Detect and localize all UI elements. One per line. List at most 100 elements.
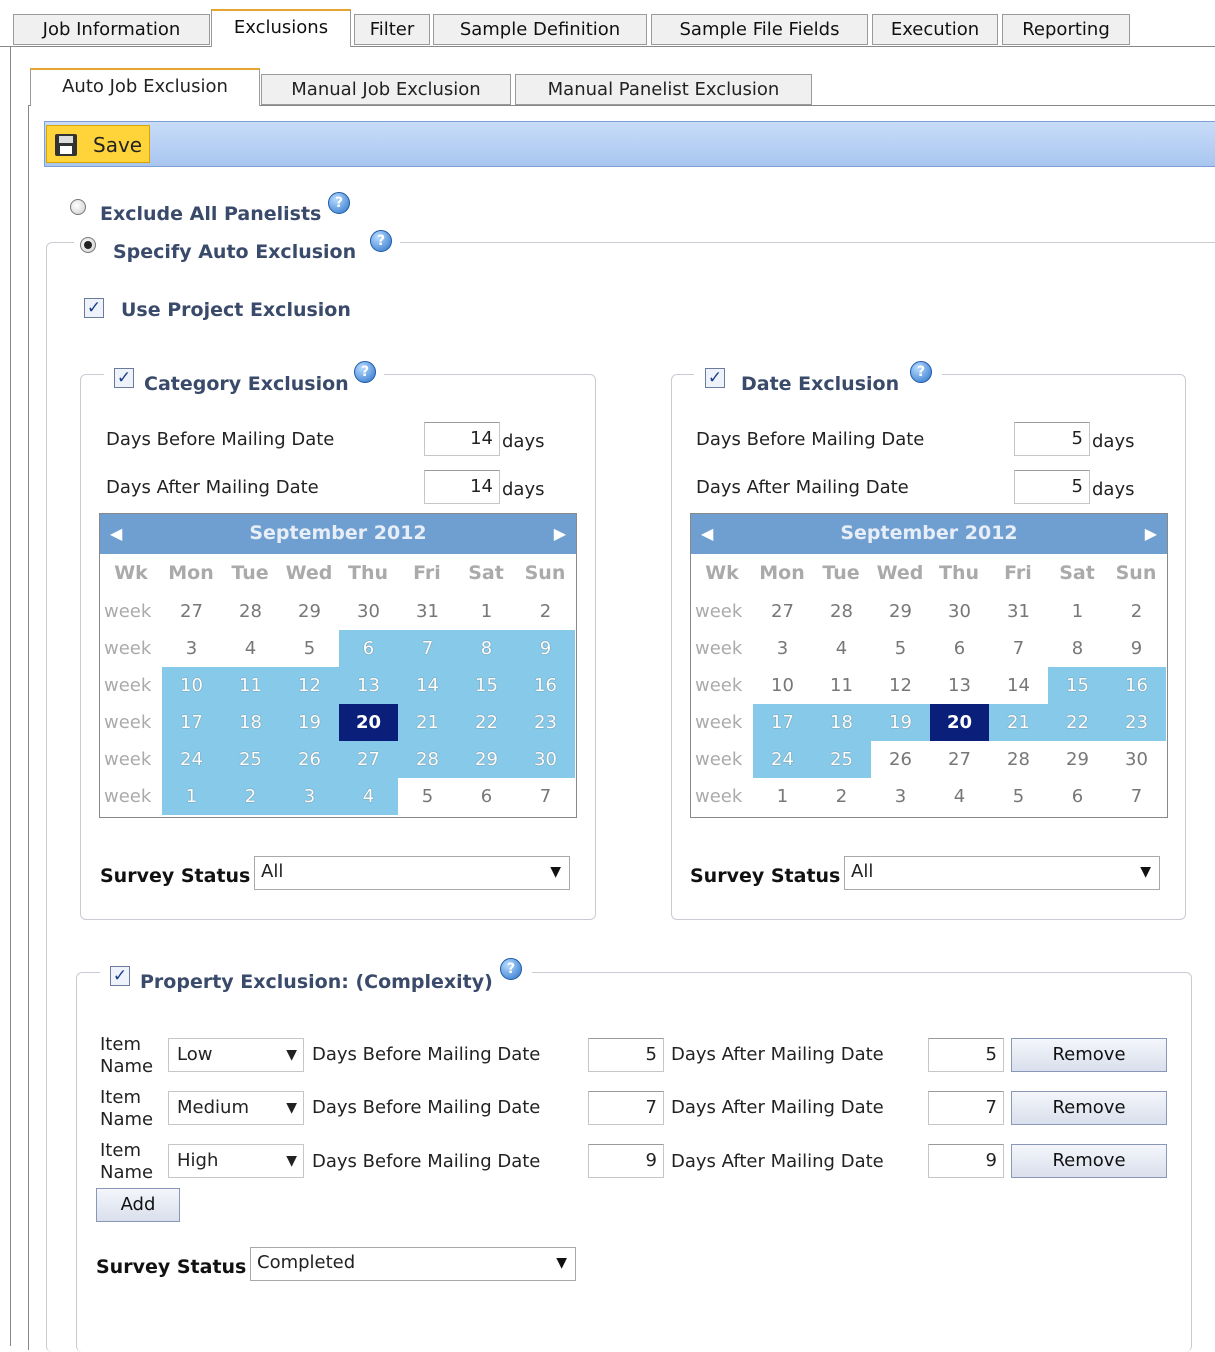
date-exclusion-checkbox[interactable]: ✓ xyxy=(705,368,725,388)
date-days-before-input[interactable]: 5 xyxy=(1014,422,1090,456)
category-days-after-input[interactable]: 14 xyxy=(424,470,500,504)
remove-button[interactable]: Remove xyxy=(1011,1144,1167,1178)
property-exclusion-checkbox[interactable]: ✓ xyxy=(110,966,130,986)
calendar-day[interactable]: 25 xyxy=(812,741,871,778)
use-project-checkbox[interactable]: ✓ xyxy=(84,298,104,318)
calendar-day[interactable]: 4 xyxy=(339,778,398,815)
calendar-day[interactable]: 3 xyxy=(162,630,221,667)
calendar-day[interactable]: 2 xyxy=(221,778,280,815)
calendar-day[interactable]: 28 xyxy=(989,741,1048,778)
calendar-day[interactable]: 7 xyxy=(989,630,1048,667)
prev-month-icon[interactable]: ◀ xyxy=(110,524,122,543)
calendar-day[interactable]: 23 xyxy=(516,704,575,741)
add-button[interactable]: Add xyxy=(96,1188,180,1222)
calendar-day[interactable]: 31 xyxy=(989,593,1048,630)
calendar-day[interactable]: 30 xyxy=(516,741,575,778)
remove-button[interactable]: Remove xyxy=(1011,1091,1167,1125)
item-name-select[interactable]: Medium ▼ xyxy=(168,1091,304,1125)
calendar-day[interactable]: 21 xyxy=(989,704,1048,741)
calendar-day[interactable]: 28 xyxy=(812,593,871,630)
calendar-day[interactable]: 6 xyxy=(339,630,398,667)
category-exclusion-checkbox[interactable]: ✓ xyxy=(114,368,134,388)
calendar-day[interactable]: 4 xyxy=(930,778,989,815)
calendar-day[interactable]: 21 xyxy=(398,704,457,741)
tab-sample-definition[interactable]: Sample Definition xyxy=(433,14,647,45)
calendar-day[interactable]: 24 xyxy=(753,741,812,778)
calendar-day[interactable]: 8 xyxy=(457,630,516,667)
days-after-input[interactable]: 7 xyxy=(928,1091,1004,1125)
tab-exclusions[interactable]: Exclusions xyxy=(211,9,351,47)
calendar-day[interactable]: 22 xyxy=(457,704,516,741)
calendar-day[interactable]: 26 xyxy=(871,741,930,778)
calendar-day[interactable]: 11 xyxy=(221,667,280,704)
calendar-day[interactable]: 1 xyxy=(457,593,516,630)
calendar-day[interactable]: 18 xyxy=(221,704,280,741)
save-button[interactable]: Save xyxy=(46,125,150,163)
calendar-day[interactable]: 6 xyxy=(930,630,989,667)
calendar-day[interactable]: 27 xyxy=(753,593,812,630)
calendar-day[interactable]: 3 xyxy=(753,630,812,667)
days-after-input[interactable]: 5 xyxy=(928,1038,1004,1072)
tab-manual-job-exclusion[interactable]: Manual Job Exclusion xyxy=(261,74,511,105)
calendar-day[interactable]: 5 xyxy=(989,778,1048,815)
days-after-input[interactable]: 9 xyxy=(928,1144,1004,1178)
calendar-day[interactable]: 27 xyxy=(930,741,989,778)
tab-execution[interactable]: Execution xyxy=(872,14,998,45)
next-month-icon[interactable]: ▶ xyxy=(1145,524,1157,543)
calendar-day[interactable]: 3 xyxy=(280,778,339,815)
calendar-day[interactable]: 27 xyxy=(162,593,221,630)
calendar-day[interactable]: 15 xyxy=(457,667,516,704)
date-survey-status-select[interactable]: All ▼ xyxy=(844,856,1160,890)
tab-sample-file-fields[interactable]: Sample File Fields xyxy=(651,14,868,45)
calendar-day[interactable]: 29 xyxy=(457,741,516,778)
help-icon[interactable]: ? xyxy=(328,192,350,214)
item-name-select[interactable]: Low ▼ xyxy=(168,1038,304,1072)
calendar-day[interactable]: 18 xyxy=(812,704,871,741)
calendar-day[interactable]: 9 xyxy=(1107,630,1166,667)
calendar-day[interactable]: 7 xyxy=(398,630,457,667)
calendar-day[interactable]: 6 xyxy=(1048,778,1107,815)
calendar-day[interactable]: 16 xyxy=(1107,667,1166,704)
calendar-day[interactable]: 16 xyxy=(516,667,575,704)
calendar-day[interactable]: 15 xyxy=(1048,667,1107,704)
tab-filter[interactable]: Filter xyxy=(354,14,430,45)
tab-manual-panelist-exclusion[interactable]: Manual Panelist Exclusion xyxy=(515,74,812,105)
days-before-input[interactable]: 9 xyxy=(588,1144,664,1178)
help-icon[interactable]: ? xyxy=(500,958,522,980)
days-before-input[interactable]: 7 xyxy=(588,1091,664,1125)
calendar-day[interactable]: 26 xyxy=(280,741,339,778)
prev-month-icon[interactable]: ◀ xyxy=(701,524,713,543)
tab-reporting[interactable]: Reporting xyxy=(1002,14,1130,45)
tab-auto-job-exclusion[interactable]: Auto Job Exclusion xyxy=(30,68,260,106)
calendar-day[interactable]: 1 xyxy=(162,778,221,815)
calendar-day[interactable]: 20 xyxy=(339,704,398,741)
calendar-day[interactable]: 22 xyxy=(1048,704,1107,741)
calendar-day[interactable]: 13 xyxy=(930,667,989,704)
calendar-day[interactable]: 5 xyxy=(398,778,457,815)
calendar-day[interactable]: 17 xyxy=(753,704,812,741)
calendar-day[interactable]: 23 xyxy=(1107,704,1166,741)
calendar-day[interactable]: 7 xyxy=(1107,778,1166,815)
calendar-day[interactable]: 29 xyxy=(1048,741,1107,778)
tab-job-information[interactable]: Job Information xyxy=(13,14,210,45)
calendar-day[interactable]: 25 xyxy=(221,741,280,778)
calendar-day[interactable]: 2 xyxy=(1107,593,1166,630)
calendar-day[interactable]: 7 xyxy=(516,778,575,815)
calendar-day[interactable]: 31 xyxy=(398,593,457,630)
calendar-day[interactable]: 6 xyxy=(457,778,516,815)
help-icon[interactable]: ? xyxy=(354,361,376,383)
calendar-day[interactable]: 28 xyxy=(398,741,457,778)
calendar-day[interactable]: 20 xyxy=(930,704,989,741)
property-survey-status-select[interactable]: Completed ▼ xyxy=(250,1247,576,1281)
calendar-day[interactable]: 17 xyxy=(162,704,221,741)
calendar-day[interactable]: 10 xyxy=(162,667,221,704)
category-survey-status-select[interactable]: All ▼ xyxy=(254,856,570,890)
calendar-day[interactable]: 2 xyxy=(812,778,871,815)
calendar-day[interactable]: 14 xyxy=(398,667,457,704)
exclude-all-radio[interactable] xyxy=(70,199,86,215)
help-icon[interactable]: ? xyxy=(910,361,932,383)
remove-button[interactable]: Remove xyxy=(1011,1038,1167,1072)
calendar-day[interactable]: 2 xyxy=(516,593,575,630)
date-days-after-input[interactable]: 5 xyxy=(1014,470,1090,504)
calendar-day[interactable]: 4 xyxy=(221,630,280,667)
